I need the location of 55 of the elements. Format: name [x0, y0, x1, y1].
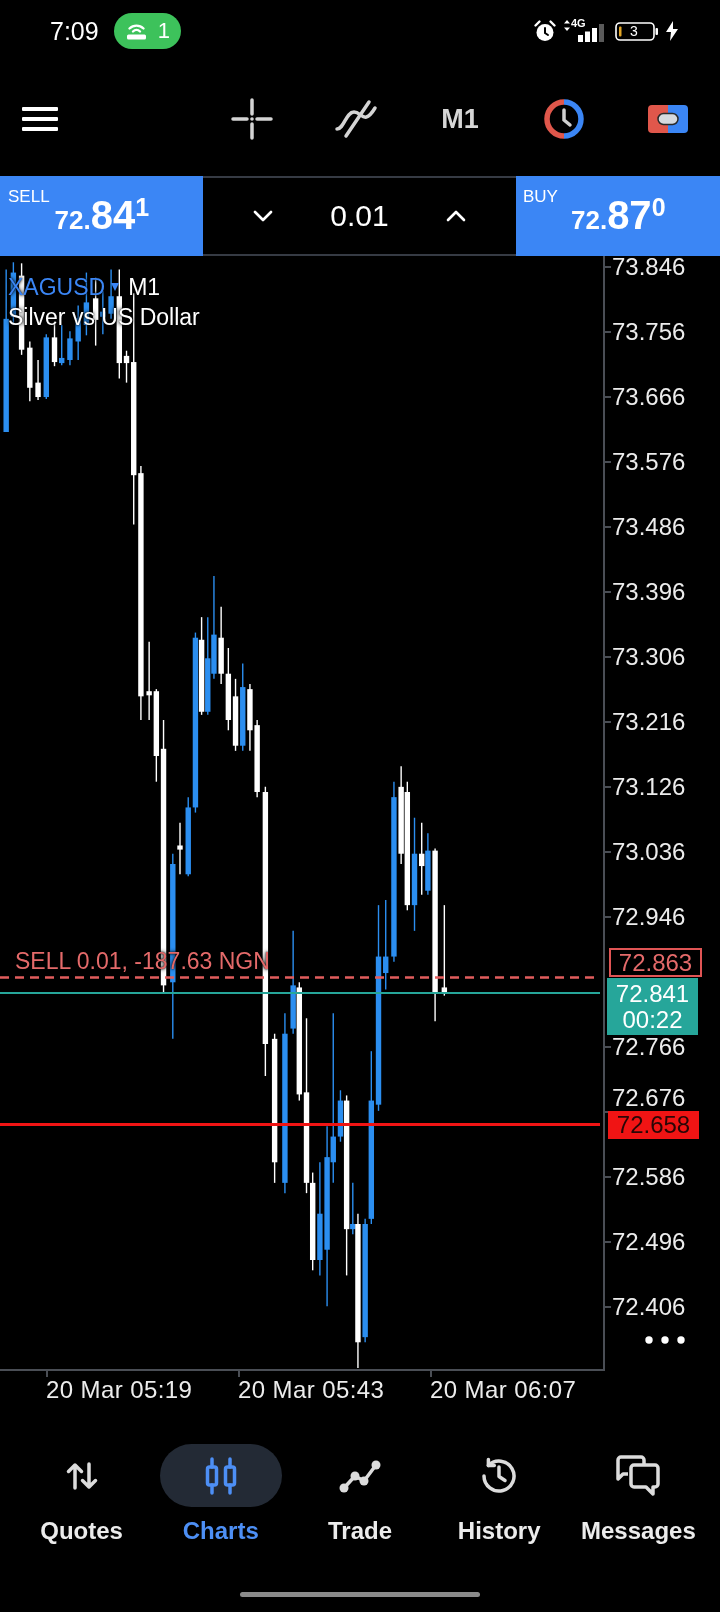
- hotspot-count: 1: [157, 18, 170, 44]
- nav-tab[interactable]: Messages: [568, 1412, 708, 1545]
- up-down-arrows-icon[interactable]: [65, 1460, 98, 1491]
- indicator-curve-icon[interactable]: [334, 99, 378, 139]
- timeframe-button[interactable]: M1: [441, 103, 479, 135]
- order-price-tag: 72.863: [609, 948, 702, 977]
- price-axis-label: 73.486: [612, 515, 686, 539]
- data-arrows-icon: [564, 20, 570, 31]
- price-axis-label: 72.676: [612, 1086, 686, 1110]
- chart-timeframe: M1: [128, 277, 161, 297]
- time-axis-label: 20 Mar 06:07: [430, 1376, 577, 1404]
- status-time: 7:09: [50, 16, 99, 46]
- price-axis-label: 73.666: [612, 385, 686, 409]
- price-axis-label: 73.126: [612, 775, 686, 799]
- price-axis-label: 73.036: [612, 840, 686, 864]
- nav-tab[interactable]: Quotes: [12, 1412, 152, 1545]
- time-axis-label: 20 Mar 05:43: [238, 1376, 385, 1404]
- price-axis-label: 73.846: [612, 255, 686, 279]
- battery-level: 3: [630, 22, 638, 40]
- price-axis-label: 72.586: [612, 1165, 686, 1189]
- nav-tab[interactable]: Charts: [151, 1412, 291, 1545]
- hotspot-icon: [125, 22, 147, 40]
- clock-icon[interactable]: [544, 99, 584, 139]
- chevron-up-icon[interactable]: [446, 210, 466, 222]
- candle-timer: 00:22: [622, 1006, 683, 1033]
- price-axis-label: 72.496: [612, 1230, 686, 1254]
- price-axis-label: 72.406: [612, 1295, 686, 1319]
- menu-icon[interactable]: [22, 107, 58, 131]
- price-level-tag: 72.658: [608, 1111, 699, 1139]
- switch-icon[interactable]: [648, 105, 688, 133]
- chevron-down-icon[interactable]: [253, 210, 273, 222]
- candlestick: [67, 330, 73, 366]
- price-axis-label: 73.216: [612, 710, 686, 734]
- alarm-clock-icon: [533, 19, 557, 43]
- time-axis-label: 20 Mar 05:19: [46, 1376, 193, 1404]
- price-axis-label: 73.306: [612, 645, 686, 669]
- bid-price: 72.841: [615, 980, 690, 1007]
- battery-icon: [615, 21, 659, 41]
- candlestick: [35, 359, 41, 401]
- caret-down-icon[interactable]: [111, 283, 120, 291]
- network-type: 4G: [571, 17, 586, 29]
- volume-value[interactable]: 0.01: [273, 199, 446, 233]
- candlestick: [27, 340, 33, 402]
- charging-bolt-icon: [666, 21, 678, 41]
- candlestick: [43, 333, 49, 400]
- crosshair-icon[interactable]: [231, 98, 273, 140]
- chat-bubbles-icon[interactable]: [614, 1452, 663, 1499]
- nav-tab[interactable]: Trade: [290, 1412, 430, 1545]
- price-axis-label: 72.766: [612, 1035, 686, 1059]
- more-icon[interactable]: [645, 1336, 685, 1344]
- price-axis-label: 73.396: [612, 580, 686, 604]
- price-axis-label: 73.576: [612, 450, 686, 474]
- price-axis-label: 73.756: [612, 320, 686, 344]
- nav-tab[interactable]: History: [429, 1412, 569, 1545]
- price-axis-label: 72.946: [612, 905, 686, 929]
